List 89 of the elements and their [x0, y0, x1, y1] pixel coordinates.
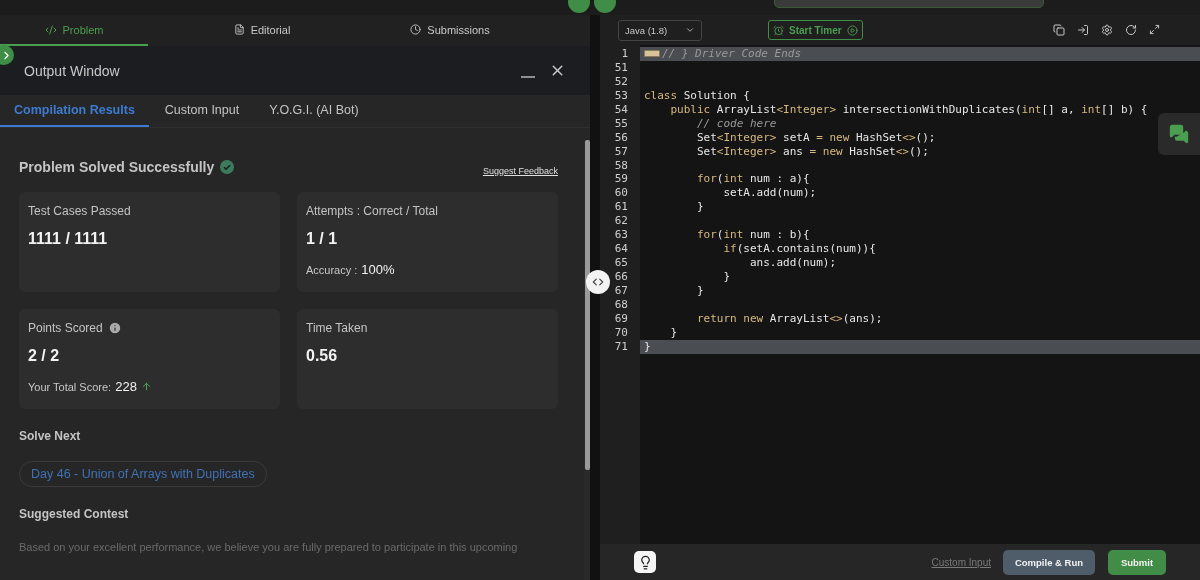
- submit-button[interactable]: Submit: [1108, 549, 1166, 575]
- clock-icon: [410, 24, 422, 35]
- play-icon: [846, 24, 858, 36]
- tab[interactable]: Compilation Results: [0, 95, 149, 127]
- caret-icon: [685, 25, 695, 35]
- line-number: 62: [613, 214, 629, 229]
- card-value: 1 / 1: [306, 230, 339, 248]
- sub-label: Accuracy :: [306, 263, 358, 276]
- card-label: Attempts : Correct / Total: [306, 204, 438, 218]
- reset-icon[interactable]: [1125, 24, 1137, 36]
- section-heading: Suggested Contest: [19, 507, 130, 521]
- card-value: 2 / 2: [28, 347, 61, 365]
- alarm-clock-icon: [773, 24, 784, 36]
- line-number: 67: [613, 283, 629, 298]
- line-number: 52: [613, 74, 629, 89]
- fullscreen-icon[interactable]: [1149, 24, 1160, 35]
- expand-button[interactable]: [0, 45, 14, 65]
- line-number: 57: [613, 144, 629, 159]
- splitter-bar[interactable]: [590, 15, 600, 580]
- line-number: 60: [613, 186, 629, 201]
- code-line: ans.add(num);: [748, 256, 837, 270]
- line-number: 63: [613, 228, 629, 243]
- sub-value: 100%: [361, 262, 395, 277]
- chat-button[interactable]: [1158, 113, 1200, 155]
- line-number: 59: [613, 172, 629, 187]
- minimize-icon: [521, 75, 535, 78]
- code-line: }: [695, 283, 704, 298]
- card-label: Points Scored: [28, 321, 103, 335]
- status-title: Problem Solved Successfully: [19, 159, 215, 175]
- code-line: for(int num : a){: [695, 172, 810, 187]
- sub-label: Your Total Score:: [28, 380, 112, 393]
- contest-text: Based on your excellent performance, we believe you are fully prepared to participate in this upcoming: [19, 541, 518, 553]
- line-number: 54: [613, 102, 629, 117]
- copy-icon[interactable]: [1053, 24, 1065, 36]
- card-label: Test Cases Passed: [28, 204, 131, 218]
- code-line: if(setA.contains(num)){: [722, 242, 876, 257]
- scrollbar[interactable]: [584, 140, 590, 580]
- card-label: Time Taken: [306, 321, 368, 335]
- code-line: Set<Integer> setA = new HashSet<>();: [695, 130, 936, 145]
- code-line: }: [722, 270, 731, 284]
- chat-icon: [1169, 124, 1189, 144]
- document-icon: [233, 24, 245, 35]
- code-line: }: [695, 200, 704, 215]
- line-number: 70: [613, 325, 629, 340]
- card-value: 0.56: [306, 347, 339, 365]
- custom-input-link[interactable]: Custom Input: [931, 556, 991, 568]
- code-line: public ArrayList<Integer> intersectionWithDuplicates(int[] a, int[] b) {: [669, 102, 1148, 117]
- line-number: 51: [613, 60, 629, 75]
- line-number: 1: [620, 47, 629, 61]
- line-number: 66: [613, 270, 629, 284]
- info-icon[interactable]: [107, 321, 122, 335]
- line-number: 55: [613, 116, 629, 131]
- language-select[interactable]: Java (1.8): [618, 19, 702, 41]
- arrows-icon: [591, 275, 605, 289]
- timer-button[interactable]: Start Timer: [768, 20, 863, 40]
- compile-button[interactable]: Compile & Run: [1003, 549, 1095, 575]
- tab[interactable]: Submissions: [376, 15, 524, 46]
- hint-button[interactable]: [634, 551, 656, 573]
- code-line: Set<Integer> ans = new HashSet<>();: [695, 144, 929, 159]
- card-value: 1111 / 1111: [28, 230, 109, 248]
- code-line: }: [644, 339, 651, 354]
- window-title: Output Window: [24, 62, 120, 79]
- sub-value: 228: [115, 379, 137, 394]
- code-line: class Solution {: [644, 88, 750, 103]
- fold-marker-icon[interactable]: [644, 50, 660, 58]
- tab[interactable]: Y.O.G.I. (AI Bot): [255, 95, 373, 127]
- line-number: 68: [613, 297, 629, 312]
- feedback-link[interactable]: Suggest Feedback: [482, 166, 558, 176]
- import-icon[interactable]: [1077, 24, 1089, 36]
- line-number: 61: [613, 200, 629, 215]
- settings-icon[interactable]: [1101, 24, 1113, 36]
- code-line: // } Driver Code Ends: [662, 47, 802, 61]
- code-line: for(int num : b){: [695, 228, 810, 243]
- line-number: 69: [613, 311, 629, 326]
- line-number: 56: [613, 130, 629, 145]
- line-number: 53: [613, 88, 629, 103]
- tab[interactable]: Custom Input: [150, 95, 254, 127]
- line-number: 71: [613, 339, 629, 354]
- code-line: // code here: [695, 116, 777, 131]
- code-icon: [44, 23, 57, 36]
- code-line: return new ArrayList<>(ans);: [695, 311, 883, 326]
- line-number: 58: [613, 158, 629, 173]
- check-icon: [220, 160, 235, 174]
- code-line: setA.add(num);: [722, 186, 817, 201]
- line-number: 64: [613, 242, 629, 257]
- code-line: }: [669, 325, 678, 340]
- tab[interactable]: Editorial: [188, 15, 336, 46]
- section-heading: Solve Next: [19, 429, 82, 443]
- line-number: 65: [613, 256, 629, 270]
